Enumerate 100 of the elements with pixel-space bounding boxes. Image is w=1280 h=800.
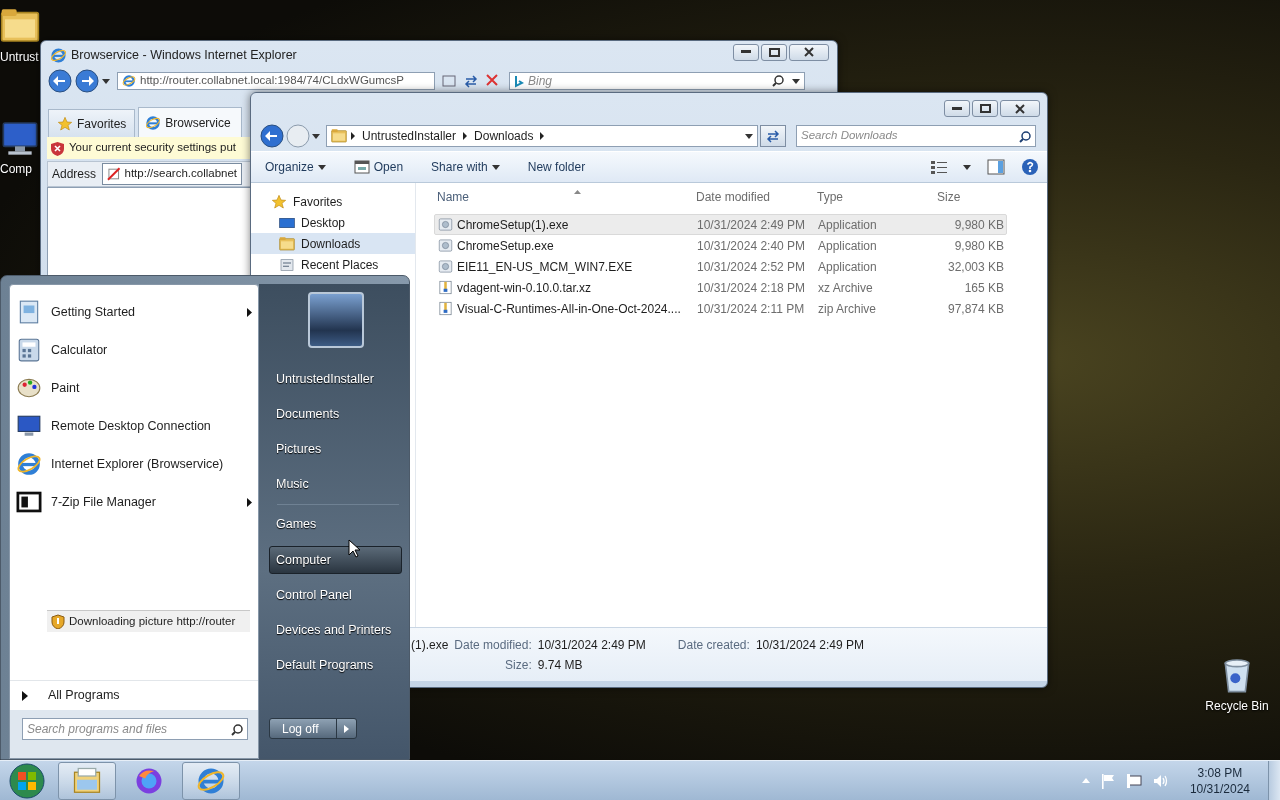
breadcrumb-item[interactable]: UntrustedInstaller	[359, 127, 460, 145]
log-off-button[interactable]: Log off	[269, 718, 357, 739]
compatibility-icon	[442, 74, 456, 88]
start-menu-link[interactable]: Music	[269, 467, 402, 502]
start-menu-link[interactable]: Control Panel	[269, 578, 402, 613]
program-item[interactable]: Remote Desktop Connection	[10, 407, 258, 445]
toolbar-button[interactable]: Open	[349, 155, 408, 179]
search-field[interactable]: Bing	[509, 72, 805, 90]
breadcrumb-chevron-icon	[350, 132, 356, 140]
file-date: 10/31/2024 2:11 PM	[697, 301, 805, 316]
close-icon	[804, 47, 814, 57]
favorites-button[interactable]: Favorites	[48, 109, 136, 137]
file-size: 9,980 KB	[954, 238, 1004, 253]
file-size: 97,874 KB	[947, 301, 1004, 316]
clock-date[interactable]: 10/31/2024	[1189, 780, 1250, 797]
address-bar-field[interactable]: http://search.collabnet	[102, 163, 243, 185]
star-icon	[271, 193, 287, 210]
column-header[interactable]: Type	[817, 190, 843, 204]
application-icon	[438, 259, 453, 274]
toolbar-button[interactable]: Organize	[261, 155, 330, 179]
breadcrumb-item[interactable]: Downloads	[471, 127, 537, 145]
view-options-icon	[931, 160, 947, 174]
browser-tab[interactable]: Browservice	[138, 107, 243, 137]
file-name: EIE11_EN-US_MCM_WIN7.EXE	[457, 258, 633, 276]
program-item[interactable]: Internet Explorer (Browservice)	[10, 445, 258, 483]
security-warning-text: Your current security settings put	[69, 140, 237, 156]
minimize-button[interactable]	[944, 100, 970, 117]
caret-icon	[792, 78, 800, 84]
search-field[interactable]: Search Downloads	[796, 125, 1036, 147]
desktop-icon-label[interactable]: Comp	[0, 160, 32, 178]
refresh-button[interactable]	[760, 125, 786, 147]
file-type: xz Archive	[818, 280, 873, 295]
file-type: zip Archive	[818, 301, 877, 316]
back-button[interactable]	[260, 124, 284, 148]
file-row[interactable]: Visual-C-Runtimes-All-in-One-Oct-2024.... 10/31/2024 2:11 PM zip Archive 97,874 KB	[434, 298, 1007, 319]
program-item[interactable]: Paint	[10, 369, 258, 407]
file-row[interactable]: ChromeSetup(1).exe 10/31/2024 2:49 PM Application 9,980 KB	[434, 214, 1007, 235]
breadcrumb-chevron-icon	[539, 132, 546, 140]
nav-item[interactable]: Favorites	[251, 191, 415, 212]
column-header[interactable]: Date modified	[696, 190, 771, 204]
forward-button[interactable]	[75, 69, 99, 93]
detail-label: Size:	[504, 657, 532, 674]
start-menu-link[interactable]: Documents	[269, 397, 402, 432]
minimize-icon	[741, 50, 751, 54]
file-row[interactable]: ChromeSetup.exe 10/31/2024 2:40 PM Application 9,980 KB	[434, 235, 1007, 256]
nav-item[interactable]: Downloads	[251, 233, 415, 254]
expand-arrow-icon	[22, 690, 28, 701]
search-icon	[1019, 130, 1031, 143]
program-item[interactable]: Getting Started	[10, 293, 258, 331]
toolbar-button[interactable]: New folder	[523, 155, 590, 179]
nav-item[interactable]: Desktop	[251, 212, 415, 233]
toolbar-button[interactable]: Share with	[427, 155, 504, 179]
show-hidden-icons-icon	[1081, 778, 1090, 783]
file-name: ChromeSetup(1).exe	[457, 216, 569, 234]
address-field[interactable]: http://router.collabnet.local:1984/74/CLdxWGumcsP	[117, 72, 435, 90]
stop-icon	[486, 74, 498, 86]
start-menu-link[interactable]: Pictures	[269, 432, 402, 467]
start-menu-link[interactable]: Default Programs	[269, 648, 402, 683]
file-row[interactable]: EIE11_EN-US_MCM_WIN7.EXE 10/31/2024 2:52 PM Application 32,003 KB	[434, 256, 1007, 277]
caret-icon	[317, 164, 326, 170]
start-menu-link[interactable]: Computer	[269, 546, 402, 574]
file-size: 165 KB	[964, 280, 1004, 295]
search-engine-icon	[514, 74, 524, 88]
nav-item[interactable]: Recent Places	[251, 254, 415, 275]
caret-icon	[745, 134, 753, 140]
desktop-icon-label[interactable]: Recycle Bin	[1205, 697, 1269, 715]
sort-arrow-icon	[574, 189, 581, 194]
recent-places-icon	[279, 256, 295, 273]
minimize-button[interactable]	[733, 43, 759, 61]
application-icon	[438, 238, 453, 253]
column-header[interactable]: Size	[937, 190, 961, 204]
close-button[interactable]	[789, 43, 829, 61]
taskbar-button[interactable]	[182, 761, 240, 800]
program-item[interactable]: Calculator	[10, 331, 258, 369]
shutdown-options-arrow-icon	[344, 724, 349, 733]
clock-time[interactable]: 3:08 PM	[1197, 764, 1243, 781]
file-row[interactable]: vdagent-win-0.10.0.tar.xz 10/31/2024 2:18 PM xz Archive 165 KB	[434, 277, 1007, 298]
all-programs-link[interactable]: All Programs	[48, 686, 120, 705]
file-date: 10/31/2024 2:49 PM	[697, 217, 806, 232]
maximize-button[interactable]	[972, 100, 998, 117]
start-menu-link[interactable]: Games	[269, 507, 402, 542]
browser-icon	[145, 114, 162, 131]
browser-icon	[16, 450, 42, 478]
file-size: 9,980 KB	[954, 217, 1004, 232]
refresh-icon	[464, 74, 478, 88]
start-menu-link[interactable]: Devices and Printers	[269, 613, 402, 648]
column-header[interactable]: Name	[437, 188, 469, 206]
maximize-button[interactable]	[761, 43, 787, 61]
start-menu-link[interactable]: UntrustedInstaller	[269, 362, 402, 397]
desktop-icon-label[interactable]: Untrust	[0, 48, 39, 66]
file-type: Application	[818, 238, 877, 253]
browser-icon	[122, 74, 136, 88]
maximize-icon	[768, 47, 780, 57]
network-icon	[1125, 772, 1142, 789]
close-button[interactable]	[1000, 100, 1040, 117]
taskbar-button[interactable]	[58, 761, 116, 800]
breadcrumb-bar[interactable]: UntrustedInstaller Downloads	[326, 125, 758, 147]
start-search-field[interactable]: Search programs and files	[22, 718, 248, 740]
back-button[interactable]	[48, 69, 72, 93]
program-item[interactable]: 7-Zip File Manager	[10, 483, 258, 521]
